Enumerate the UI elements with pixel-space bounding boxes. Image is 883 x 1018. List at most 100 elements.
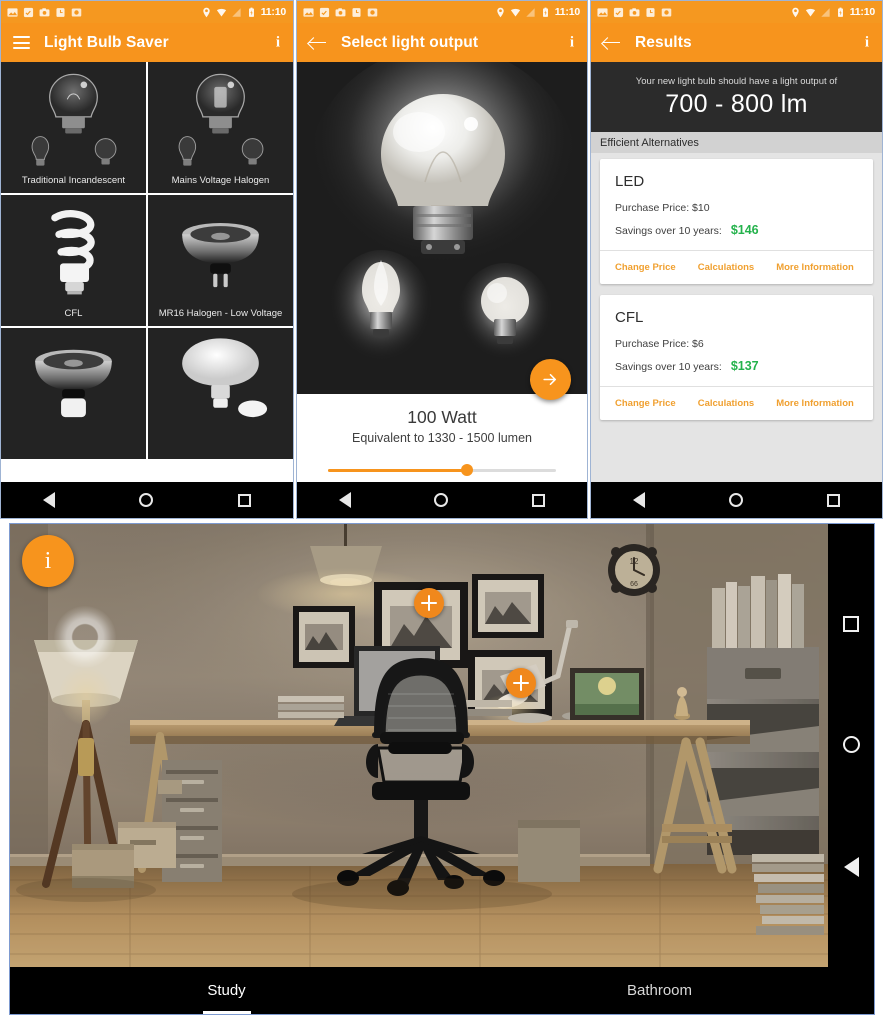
reflector-bulb-icon bbox=[182, 338, 268, 418]
bulb-option-cfl[interactable]: CFL bbox=[1, 195, 146, 326]
status-bar: 11:10 bbox=[591, 1, 882, 23]
bulb-option-traditional-incandescent[interactable]: Traditional Incandescent bbox=[1, 62, 146, 193]
back-arrow-icon[interactable] bbox=[603, 36, 621, 50]
download-icon bbox=[661, 7, 672, 17]
tab-study[interactable]: Study bbox=[10, 967, 443, 1014]
page-title: Light Bulb Saver bbox=[44, 33, 169, 51]
recent-apps-icon[interactable] bbox=[843, 616, 859, 632]
slider-thumb[interactable] bbox=[461, 464, 474, 476]
android-nav-bar-vertical bbox=[828, 524, 874, 969]
android-nav-bar bbox=[591, 482, 882, 518]
signal-icon bbox=[821, 7, 830, 17]
panel-select-light-output: 11:10 Select light output i 100 Watt Equ… bbox=[296, 0, 588, 519]
savings-row: Savings over 10 years: $137 bbox=[615, 359, 858, 373]
status-bar-left-icons bbox=[303, 7, 378, 18]
home-icon[interactable] bbox=[842, 736, 860, 753]
home-icon[interactable] bbox=[139, 493, 154, 507]
info-icon[interactable]: i bbox=[276, 34, 280, 51]
status-bar-left-icons bbox=[7, 7, 82, 18]
add-light-marker-1[interactable] bbox=[414, 588, 444, 618]
location-icon bbox=[792, 7, 799, 17]
phone-screenshots-row: 11:10 Light Bulb Saver i Traditional Inc… bbox=[0, 0, 883, 519]
next-button[interactable] bbox=[530, 359, 571, 400]
page-title: Select light output bbox=[341, 33, 479, 51]
back-icon[interactable] bbox=[338, 492, 351, 508]
more-information-link[interactable]: More Information bbox=[776, 398, 854, 409]
android-nav-bar bbox=[1, 482, 293, 518]
bulb-option-reflector[interactable] bbox=[148, 328, 293, 459]
back-icon[interactable] bbox=[43, 492, 56, 508]
more-information-link[interactable]: More Information bbox=[776, 262, 854, 273]
recent-apps-icon[interactable] bbox=[237, 493, 251, 507]
room-tab-bar: Study Bathroom bbox=[10, 967, 874, 1014]
calculations-link[interactable]: Calculations bbox=[698, 262, 755, 273]
android-nav-bar bbox=[297, 482, 587, 518]
download-icon bbox=[367, 7, 378, 17]
info-icon[interactable]: i bbox=[865, 34, 869, 51]
alternative-card-led[interactable]: LED Purchase Price: $10 Savings over 10 … bbox=[600, 159, 873, 284]
bulb-option-label: Mains Voltage Halogen bbox=[171, 175, 270, 186]
bulb-option-mains-voltage-halogen[interactable]: Mains Voltage Halogen bbox=[148, 62, 293, 193]
recent-apps-icon[interactable] bbox=[827, 493, 840, 507]
camera-icon bbox=[629, 7, 640, 16]
status-bar-right-icons: 11:10 bbox=[495, 1, 580, 23]
home-icon[interactable] bbox=[434, 493, 449, 507]
bulb-option-gu10[interactable] bbox=[1, 328, 146, 459]
savings-value: $137 bbox=[730, 359, 759, 373]
home-icon[interactable] bbox=[729, 493, 743, 507]
bulb-option-label: MR16 Halogen - Low Voltage bbox=[158, 308, 283, 319]
gu10-bulb-icon bbox=[35, 349, 112, 418]
info-button[interactable]: i bbox=[22, 535, 74, 587]
panel-light-bulb-saver: 11:10 Light Bulb Saver i Traditional Inc… bbox=[0, 0, 294, 519]
bulb-type-grid: Traditional Incandescent Mains Voltage H… bbox=[1, 62, 293, 482]
battery-icon bbox=[542, 7, 548, 17]
calculations-link[interactable]: Calculations bbox=[698, 398, 755, 409]
alternatives-list: LED Purchase Price: $10 Savings over 10 … bbox=[591, 153, 882, 482]
battery-icon bbox=[837, 7, 843, 17]
card-actions: Change Price Calculations More Informati… bbox=[600, 386, 873, 420]
recent-apps-icon[interactable] bbox=[532, 493, 546, 507]
back-icon[interactable] bbox=[843, 857, 859, 877]
status-bar-time: 11:10 bbox=[260, 6, 286, 18]
card-actions: Change Price Calculations More Informati… bbox=[600, 250, 873, 284]
bulb-option-mr16-halogen-low-voltage[interactable]: MR16 Halogen - Low Voltage bbox=[148, 195, 293, 326]
incandescent-bulb-icon bbox=[31, 73, 117, 166]
purchase-price: Purchase Price: $6 bbox=[615, 338, 704, 350]
status-bar: 11:10 bbox=[297, 1, 587, 23]
alternative-card-cfl[interactable]: CFL Purchase Price: $6 Savings over 10 y… bbox=[600, 295, 873, 420]
bulb-option-label: Traditional Incandescent bbox=[21, 175, 126, 186]
mr16-bulb-icon bbox=[182, 222, 259, 288]
halogen-bulb-icon bbox=[178, 73, 264, 166]
alarm-icon bbox=[56, 7, 65, 17]
page-title: Results bbox=[635, 33, 692, 51]
screenshot-icon bbox=[613, 7, 624, 17]
hamburger-menu-icon[interactable] bbox=[13, 36, 30, 49]
tab-bathroom[interactable]: Bathroom bbox=[443, 967, 874, 1014]
app-bar: Results i bbox=[591, 23, 882, 62]
camera-icon bbox=[335, 7, 346, 16]
back-icon[interactable] bbox=[633, 492, 645, 508]
change-price-link[interactable]: Change Price bbox=[615, 262, 676, 273]
wattage-slider[interactable] bbox=[328, 463, 556, 477]
info-icon[interactable]: i bbox=[570, 34, 574, 51]
image-icon bbox=[303, 7, 314, 17]
lumen-equivalent: Equivalent to 1330 - 1500 lumen bbox=[352, 431, 532, 445]
back-arrow-icon[interactable] bbox=[309, 36, 327, 50]
alarm-icon bbox=[646, 7, 655, 17]
screenshot-icon bbox=[319, 7, 330, 17]
savings-value: $146 bbox=[730, 223, 759, 237]
alarm-icon bbox=[352, 7, 361, 17]
cfl-bulb-icon bbox=[51, 210, 95, 295]
change-price-link[interactable]: Change Price bbox=[615, 398, 676, 409]
add-light-marker-2[interactable] bbox=[506, 668, 536, 698]
bulb-highlight-ring[interactable] bbox=[54, 606, 116, 668]
location-icon bbox=[497, 7, 504, 17]
card-title: CFL bbox=[615, 309, 644, 326]
status-bar-left-icons bbox=[597, 7, 672, 18]
section-header-efficient-alternatives: Efficient Alternatives bbox=[591, 132, 882, 153]
slider-fill bbox=[328, 469, 468, 472]
screenshot-page: 11:10 Light Bulb Saver i Traditional Inc… bbox=[0, 0, 883, 1018]
status-bar-time: 11:10 bbox=[554, 6, 580, 18]
panel-results: 11:10 Results i Your new light bulb shou… bbox=[590, 0, 883, 519]
signal-icon bbox=[526, 7, 535, 17]
